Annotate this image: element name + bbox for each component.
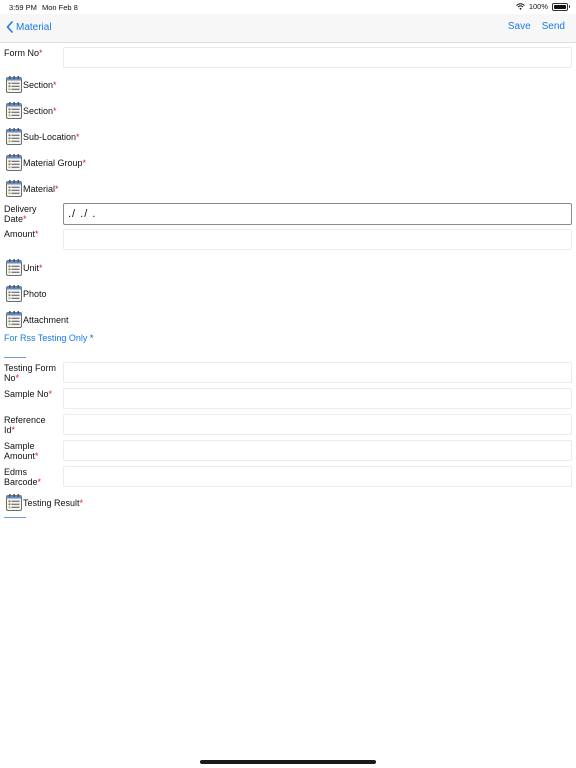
list-icon	[6, 154, 22, 171]
status-bar: 3:59 PM Mon Feb 8 100%	[0, 0, 576, 14]
testing-form-no-label: Testing Form No*	[4, 363, 57, 383]
list-icon	[6, 494, 22, 511]
list-icon	[6, 180, 22, 197]
send-button[interactable]: Send	[542, 21, 565, 32]
attachment-label: Attachment	[23, 314, 69, 325]
status-right: 100%	[515, 2, 570, 11]
sample-amount-label: Sample Amount*	[4, 441, 39, 461]
section-divider	[4, 357, 26, 358]
back-button-label: Material	[16, 21, 52, 33]
list-icon	[6, 259, 22, 276]
material-group-picker[interactable]: Material Group*	[6, 154, 86, 171]
edms-barcode-label: Edms Barcode*	[4, 467, 42, 487]
sample-no-input[interactable]	[63, 388, 572, 409]
delivery-date-value: ./ ./ .	[68, 208, 97, 220]
battery-icon	[552, 2, 570, 11]
form-no-label: Form No*	[4, 48, 43, 58]
chevron-left-icon	[6, 21, 13, 33]
list-icon	[6, 128, 22, 145]
material-group-label: Material Group*	[23, 157, 87, 168]
home-indicator	[200, 760, 376, 764]
delivery-date-input[interactable]: ./ ./ .	[63, 203, 572, 225]
list-icon	[6, 102, 22, 119]
unit-picker[interactable]: Unit*	[6, 259, 43, 276]
list-icon	[6, 311, 22, 328]
edms-barcode-input[interactable]	[63, 466, 572, 487]
wifi-icon	[515, 3, 525, 10]
delivery-date-label: Delivery Date*	[4, 204, 37, 224]
list-icon	[6, 76, 22, 93]
material-label: Material*	[23, 183, 59, 194]
reference-id-input[interactable]	[63, 414, 572, 435]
unit-label: Unit*	[23, 262, 43, 273]
status-date: Mon Feb 8	[42, 3, 78, 12]
nav-actions: Save Send	[508, 21, 565, 32]
sub-location-label: Sub-Location*	[23, 131, 80, 142]
section-picker-2[interactable]: Section*	[6, 102, 57, 119]
testing-result-picker[interactable]: Testing Result*	[6, 494, 83, 511]
list-icon	[6, 285, 22, 302]
back-button[interactable]: Material	[6, 21, 52, 33]
photo-picker[interactable]: Photo	[6, 285, 47, 302]
amount-input[interactable]	[63, 229, 572, 250]
material-picker[interactable]: Material*	[6, 180, 59, 197]
sub-location-picker[interactable]: Sub-Location*	[6, 128, 80, 145]
sample-amount-input[interactable]	[63, 440, 572, 461]
photo-label: Photo	[23, 288, 47, 299]
testing-result-label: Testing Result*	[23, 497, 84, 508]
amount-label: Amount*	[4, 229, 39, 239]
section-picker-1[interactable]: Section*	[6, 76, 57, 93]
status-time: 3:59 PM	[9, 3, 37, 12]
navigation-bar: Material Save Send	[0, 14, 576, 43]
attachment-picker[interactable]: Attachment	[6, 311, 69, 328]
save-button[interactable]: Save	[508, 21, 531, 32]
form-no-input[interactable]	[63, 47, 572, 68]
section-label-1: Section*	[23, 79, 57, 90]
sample-no-label: Sample No*	[4, 389, 53, 399]
testing-section-title: For Rss Testing Only *	[4, 333, 94, 343]
battery-percent: 100%	[528, 2, 548, 11]
testing-result-divider	[4, 517, 26, 518]
section-label-2: Section*	[23, 105, 57, 116]
reference-id-label: Reference Id*	[4, 415, 46, 435]
testing-form-no-input[interactable]	[63, 362, 572, 383]
